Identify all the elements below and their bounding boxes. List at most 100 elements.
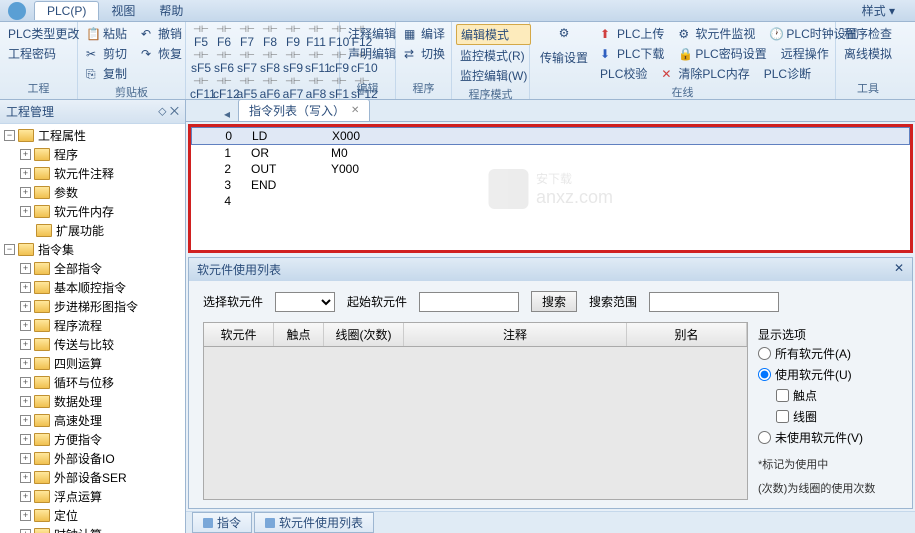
tree-toggle-icon[interactable]: + (20, 491, 31, 502)
redo-button[interactable]: ↷恢复 (137, 44, 186, 63)
tab-prev-icon[interactable]: ◂ (216, 107, 238, 121)
ladder-symbol-button[interactable]: ⊣⊢aF5 (236, 76, 258, 101)
code-line[interactable]: 3END (191, 177, 910, 193)
tree-toggle-icon[interactable]: + (20, 510, 31, 521)
transfer-settings-button[interactable]: ⚙传输设置 (534, 24, 594, 68)
menu-style[interactable]: 样式 ▾ (850, 0, 907, 21)
tree-toggle-icon[interactable]: − (4, 130, 15, 141)
opt-all-radio[interactable] (758, 347, 771, 360)
tree-node-m13[interactable]: +浮点运算 (2, 487, 183, 506)
tree-toggle-icon[interactable]: + (20, 282, 31, 293)
tree-toggle-icon[interactable]: + (20, 434, 31, 445)
tree-node-n1[interactable]: +程序 (2, 145, 183, 164)
code-line[interactable]: 0LDX000 (191, 127, 910, 145)
tree-toggle-icon[interactable]: + (20, 339, 31, 350)
instruction-list-editor[interactable]: 0LDX0001ORM02OUTY0003END4 安下载anxz.com (188, 124, 913, 253)
ladder-symbol-button[interactable]: ⊣⊢cF11 (190, 76, 212, 101)
menu-view[interactable]: 视图 (99, 0, 147, 21)
tree-node-m2[interactable]: +基本顺控指令 (2, 278, 183, 297)
tree-node-n5[interactable]: 扩展功能 (2, 221, 183, 240)
ladder-symbol-button[interactable]: ⊣⊢F11 (305, 24, 327, 49)
monitor-edit-button[interactable]: 监控编辑(W) (456, 66, 531, 85)
usage-close-icon[interactable]: ✕ (894, 261, 904, 278)
plc-upload-button[interactable]: ⬆PLC上传 (596, 24, 668, 43)
clear-plc-mem-button[interactable]: ✕清除PLC内存 (657, 64, 753, 83)
ladder-symbol-button[interactable]: ⊣⊢sF11 (305, 50, 327, 75)
tree-toggle-icon[interactable]: + (20, 301, 31, 312)
tree-toggle-icon[interactable]: + (20, 320, 31, 331)
bottom-tab-instruction[interactable]: 指令 (192, 512, 252, 533)
plc-password-button[interactable]: 🔒PLC密码设置 (674, 44, 770, 63)
device-monitor-button[interactable]: ⚙软元件监视 (674, 24, 759, 43)
tree-node-n4[interactable]: +软元件内存 (2, 202, 183, 221)
tree-toggle-icon[interactable]: + (20, 472, 31, 483)
tab-instruction-list[interactable]: 指令列表（写入）✕ (238, 99, 370, 121)
opt-unused-radio[interactable] (758, 431, 771, 444)
tab-close-icon[interactable]: ✕ (351, 105, 359, 116)
tree-node-m12[interactable]: +外部设备SER (2, 468, 183, 487)
plc-type-change-button[interactable]: PLC类型更改 (4, 24, 83, 43)
opt-coil-check[interactable] (776, 410, 789, 423)
code-line[interactable]: 4 (191, 193, 910, 209)
project-password-button[interactable]: 工程密码 (4, 44, 83, 63)
tree-node-n2[interactable]: +软元件注释 (2, 164, 183, 183)
tree-toggle-icon[interactable]: + (20, 187, 31, 198)
tree-toggle-icon[interactable]: + (20, 415, 31, 426)
select-device-dropdown[interactable] (275, 292, 335, 312)
toggle-button[interactable]: ⇄切换 (400, 44, 449, 63)
tree-node-root1[interactable]: −工程属性 (2, 126, 183, 145)
program-check-button[interactable]: 程序检查 (840, 24, 896, 43)
comment-edit-button[interactable]: 注释编辑 (344, 24, 400, 43)
tree-toggle-icon[interactable]: − (4, 244, 15, 255)
menu-help[interactable]: 帮助 (147, 0, 195, 21)
statement-edit-button[interactable]: 声明编辑 (344, 44, 400, 63)
offline-sim-button[interactable]: 离线模拟 (840, 44, 896, 63)
opt-contact-check[interactable] (776, 389, 789, 402)
ladder-symbol-button[interactable]: ⊣⊢sF9 (282, 50, 304, 75)
plc-download-button[interactable]: ⬇PLC下载 (596, 44, 668, 63)
bottom-tab-usage[interactable]: 软元件使用列表 (254, 512, 374, 533)
compile-button[interactable]: ▦编译 (400, 24, 449, 43)
ladder-symbol-button[interactable]: ⊣⊢sF5 (190, 50, 212, 75)
cut-button[interactable]: ✂剪切 (82, 44, 131, 63)
tree-node-root2[interactable]: −指令集 (2, 240, 183, 259)
remote-op-button[interactable]: 远程操作 (777, 44, 833, 63)
ladder-symbol-button[interactable]: ⊣⊢F8 (259, 24, 281, 49)
search-button[interactable]: 搜索 (531, 291, 577, 312)
ladder-symbol-button[interactable]: ⊣⊢aF8 (305, 76, 327, 101)
paste-button[interactable]: 📋粘贴 (82, 24, 131, 43)
tree-toggle-icon[interactable]: + (20, 396, 31, 407)
tree-node-m8[interactable]: +数据处理 (2, 392, 183, 411)
tree-toggle-icon[interactable]: + (20, 529, 31, 533)
ladder-symbol-button[interactable]: ⊣⊢cF12 (213, 76, 235, 101)
app-icon[interactable] (8, 2, 26, 20)
ladder-symbol-button[interactable]: ⊣⊢sF7 (236, 50, 258, 75)
tree-toggle-icon[interactable]: + (20, 206, 31, 217)
tree-node-m11[interactable]: +外部设备IO (2, 449, 183, 468)
code-line[interactable]: 2OUTY000 (191, 161, 910, 177)
menu-plc[interactable]: PLC(P) (34, 1, 99, 20)
ladder-symbol-button[interactable]: ⊣⊢F7 (236, 24, 258, 49)
usage-table[interactable]: 软元件 触点 线圈(次数) 注释 别名 (203, 322, 748, 500)
opt-used-radio[interactable] (758, 368, 771, 381)
tree-toggle-icon[interactable]: + (20, 453, 31, 464)
copy-button[interactable]: ⎘复制 (82, 64, 186, 83)
edit-mode-button[interactable]: 编辑模式 (456, 24, 531, 45)
monitor-mode-button[interactable]: 监控模式(R) (456, 46, 531, 65)
tree-toggle-icon[interactable]: + (20, 263, 31, 274)
tree-toggle-icon[interactable]: + (20, 358, 31, 369)
tree-toggle-icon[interactable]: + (20, 377, 31, 388)
tree-node-m15[interactable]: +时钟计算 (2, 525, 183, 533)
tree-node-m7[interactable]: +循环与位移 (2, 373, 183, 392)
ladder-symbol-button[interactable]: ⊣⊢sF6 (213, 50, 235, 75)
ladder-symbol-button[interactable]: ⊣⊢aF6 (259, 76, 281, 101)
plc-diagnose-button[interactable]: PLC诊断 (760, 64, 815, 83)
tree-node-m4[interactable]: +程序流程 (2, 316, 183, 335)
ladder-symbol-button[interactable]: ⊣⊢F9 (282, 24, 304, 49)
ladder-symbol-button[interactable]: ⊣⊢F6 (213, 24, 235, 49)
start-device-input[interactable] (419, 292, 519, 312)
ladder-symbol-button[interactable]: ⊣⊢aF7 (282, 76, 304, 101)
tree-node-m10[interactable]: +方便指令 (2, 430, 183, 449)
tree-node-n3[interactable]: +参数 (2, 183, 183, 202)
plc-verify-button[interactable]: PLC校验 (596, 64, 651, 83)
